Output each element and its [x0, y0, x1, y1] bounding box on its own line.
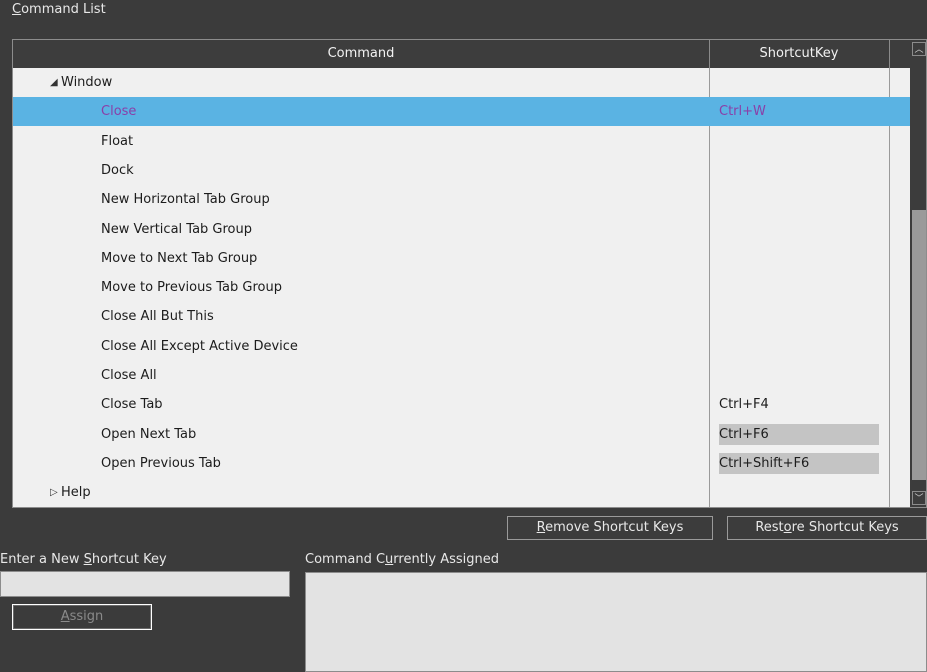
new-shortcut-key-label: Enter a New Shortcut Key	[0, 552, 167, 567]
scrollbar-thumb[interactable]	[912, 210, 926, 480]
command-label: New Horizontal Tab Group	[101, 192, 270, 208]
vertical-scrollbar[interactable]: ︿ ﹀	[910, 40, 926, 507]
command-row[interactable]: Move to Previous Tab Group	[13, 273, 910, 302]
shortcut-key-value: Ctrl+Shift+F6	[719, 452, 879, 474]
command-label: Move to Previous Tab Group	[101, 280, 282, 296]
command-row[interactable]: Close Tab Ctrl+F4	[13, 390, 910, 419]
remove-accel: R	[536, 520, 546, 535]
tree-group-row[interactable]: ◢ Window	[13, 68, 910, 97]
new-key-accel: S	[83, 552, 92, 567]
title-rest: ommand List	[21, 2, 106, 17]
command-currently-assigned-label: Command Currently Assigned	[305, 552, 499, 567]
command-label: Close All	[101, 368, 157, 383]
command-row[interactable]: Move to Next Tab Group	[13, 244, 910, 273]
command-row[interactable]: Close All	[13, 361, 910, 390]
command-row[interactable]: New Horizontal Tab Group	[13, 185, 910, 214]
command-row[interactable]: Close All But This	[13, 302, 910, 331]
title-accel: C	[12, 2, 22, 17]
command-label: Dock	[101, 162, 134, 178]
triangle-expanded-icon[interactable]: ◢	[50, 68, 58, 97]
command-row[interactable]: Open Next Tab Ctrl+F6	[13, 420, 910, 449]
command-row[interactable]: Dock	[13, 156, 910, 185]
remove-label: emove Shortcut Keys	[545, 520, 684, 535]
shortcut-key-value: Ctrl+F6	[719, 423, 879, 445]
command-label: Open Next Tab	[101, 426, 197, 442]
column-header-command[interactable]: Command	[13, 40, 709, 68]
command-row[interactable]: Float	[13, 127, 910, 156]
assigned-rest: rrently Assigned	[393, 552, 500, 567]
assign-label: ssign	[69, 609, 104, 624]
new-shortcut-key-input[interactable]	[0, 571, 290, 597]
chevron-down-icon[interactable]: ﹀	[912, 491, 926, 505]
chevron-up-icon[interactable]: ︿	[912, 42, 926, 56]
command-label: Close All Except Active Device	[101, 338, 298, 354]
command-row[interactable]: Close All Except Active Device	[13, 332, 910, 361]
column-header-shortcut[interactable]: ShortcutKey	[710, 40, 888, 68]
restore-accel: o	[783, 520, 792, 535]
command-label: Close Tab	[101, 397, 163, 413]
remove-shortcut-keys-button[interactable]: Remove Shortcut Keys	[507, 516, 713, 540]
command-label: Window	[61, 75, 113, 90]
command-label: Move to Next Tab Group	[101, 250, 258, 266]
assigned-pre: Command C	[305, 552, 386, 567]
new-key-rest: hortcut Key	[91, 552, 167, 567]
restore-label: re Shortcut Keys	[791, 520, 899, 535]
triangle-collapsed-icon[interactable]: ▷	[50, 478, 58, 507]
shortcut-key-value: Ctrl+F4	[719, 397, 769, 413]
command-row[interactable]: Open Previous Tab Ctrl+Shift+F6	[13, 449, 910, 478]
command-label: Help	[61, 485, 91, 501]
command-row[interactable]: New Vertical Tab Group	[13, 215, 910, 244]
shortcut-key-value: Ctrl+W	[719, 104, 766, 120]
command-currently-assigned-box	[305, 572, 927, 672]
new-key-pre: Enter a New	[0, 552, 84, 567]
command-list-title: Command List	[0, 0, 927, 22]
command-label: New Vertical Tab Group	[101, 221, 252, 237]
assign-accel: A	[60, 609, 70, 624]
command-label: Close All But This	[101, 309, 214, 325]
command-label: Float	[101, 133, 134, 149]
command-label: Open Previous Tab	[101, 455, 221, 471]
header-separator	[889, 40, 890, 68]
restore-shortcut-keys-button[interactable]: Restore Shortcut Keys	[727, 516, 927, 540]
command-grid[interactable]: Command ShortcutKey ◢ Window Close Ctrl+W Fl…	[12, 39, 927, 508]
restore-label-pre: Rest	[755, 520, 784, 535]
command-label: Close	[101, 104, 137, 120]
tree-group-row[interactable]: ▷ Help	[13, 478, 910, 507]
assign-button[interactable]: Assign	[12, 604, 152, 630]
grid-header: Command ShortcutKey	[13, 40, 910, 68]
command-row[interactable]: Close Ctrl+W	[13, 97, 910, 127]
